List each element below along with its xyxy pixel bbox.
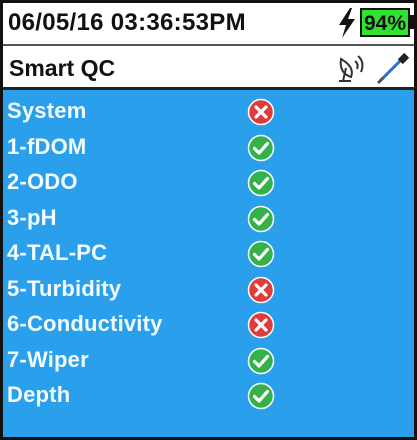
status-bar: 06/05/16 03:36:53PM 94%: [3, 3, 414, 46]
error-x-icon: [247, 276, 275, 303]
battery-indicator: 94%: [360, 8, 410, 37]
sensor-row[interactable]: 2-ODO: [3, 165, 414, 201]
header-bar: Smart QC: [3, 46, 414, 90]
sensor-list: System 1-fDOM 2-ODO 3-pH 4-TAL-PC 5-Turbidity…: [3, 90, 414, 437]
check-icon: [247, 134, 275, 161]
check-icon: [247, 240, 275, 268]
sensor-row[interactable]: 3-pH: [3, 201, 414, 237]
sensor-label: 7-Wiper: [7, 346, 89, 372]
check-icon: [247, 382, 275, 410]
check-icon: [247, 205, 275, 232]
sensor-row[interactable]: 1-fDOM: [3, 130, 414, 166]
device-screen: 06/05/16 03:36:53PM 94% Smart QC System 1…: [0, 0, 417, 440]
sensor-row[interactable]: 5-Turbidity: [3, 272, 414, 308]
sensor-label: 3-pH: [7, 204, 57, 230]
satellite-dish-icon[interactable]: [335, 51, 371, 83]
error-x-icon: [247, 98, 275, 126]
sensor-label: 4-TAL-PC: [7, 240, 108, 265]
error-x-icon: [247, 311, 275, 339]
sensor-row[interactable]: 4-TAL-PC: [3, 236, 414, 272]
check-icon: [247, 169, 275, 197]
check-icon: [247, 347, 275, 374]
sensor-row[interactable]: 6-Conductivity: [3, 307, 414, 343]
datetime-label: 06/05/16 03:36:53PM: [8, 9, 246, 36]
sensor-label: 5-Turbidity: [7, 275, 122, 301]
sensor-label: System: [7, 98, 87, 123]
battery-tip: [410, 15, 414, 29]
sensor-label: 2-ODO: [7, 169, 78, 194]
probe-icon[interactable]: [375, 52, 409, 84]
page-title: Smart QC: [9, 55, 116, 81]
sensor-label: Depth: [7, 382, 71, 407]
sensor-label: 6-Conductivity: [7, 311, 163, 336]
sensor-row[interactable]: Depth: [3, 378, 414, 414]
charging-bolt-icon: [339, 8, 355, 38]
battery-percent: 94%: [363, 12, 407, 35]
sensor-label: 1-fDOM: [7, 133, 87, 159]
sensor-row[interactable]: System: [3, 94, 414, 130]
sensor-row[interactable]: 7-Wiper: [3, 343, 414, 379]
